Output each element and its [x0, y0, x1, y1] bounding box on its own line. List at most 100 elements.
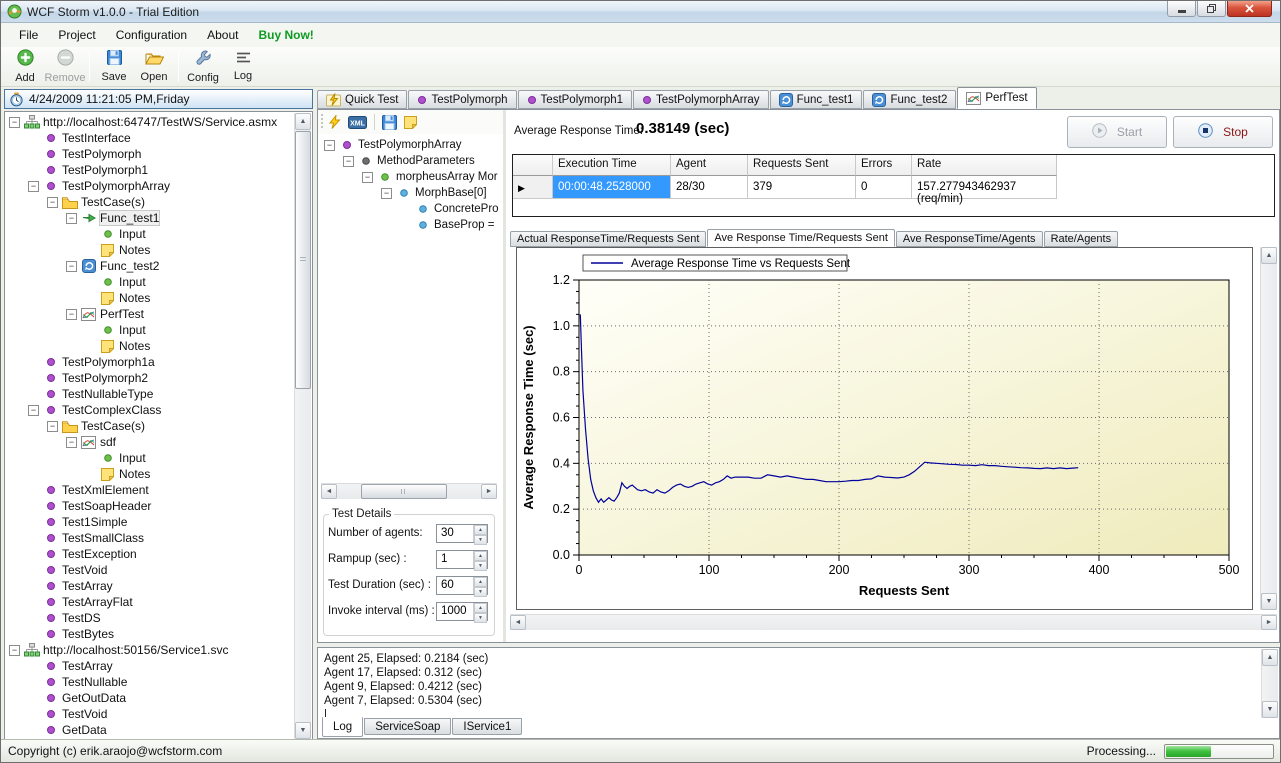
scroll-left-icon[interactable]: ◄ — [321, 484, 337, 499]
spin-up-icon[interactable]: ▲ — [474, 551, 487, 561]
tab-testpolymorph[interactable]: TestPolymorph — [408, 90, 516, 109]
collapse-icon[interactable]: − — [343, 156, 354, 167]
tree-item[interactable]: Input — [5, 226, 312, 242]
remove-button[interactable]: Remove — [45, 47, 85, 86]
menu-item-buy-now-[interactable]: Buy Now! — [248, 23, 323, 47]
tree-item[interactable]: −Func_test1 — [5, 210, 312, 226]
scroll-up-icon[interactable]: ▲ — [295, 113, 311, 130]
service-tree-scrollbar[interactable]: ▲ ▼ — [294, 113, 311, 739]
start-button[interactable]: Start — [1067, 116, 1167, 148]
tree-item[interactable]: Input — [5, 450, 312, 466]
tree-item[interactable]: TestBytes — [5, 626, 312, 642]
tree-item[interactable]: −TestCase(s) — [5, 194, 312, 210]
tree-item[interactable]: −TestCase(s) — [5, 418, 312, 434]
tab-quick-test[interactable]: Quick Test — [317, 90, 407, 109]
scroll-right-icon[interactable]: ► — [1261, 615, 1277, 630]
tree-item[interactable]: Notes — [5, 466, 312, 482]
numeric-input[interactable]: 1▲▼ — [436, 550, 488, 569]
grid-row[interactable]: ▶00:00:48.252800028/303790157.2779434629… — [513, 176, 1274, 199]
tree-item[interactable]: −TestPolymorphArray — [320, 137, 502, 153]
column-header[interactable]: Execution Time — [553, 155, 671, 176]
scroll-up-icon[interactable]: ▲ — [1262, 649, 1278, 666]
numeric-input[interactable]: 60▲▼ — [436, 576, 488, 595]
log-tab-iservice1[interactable]: IService1 — [452, 718, 522, 735]
spin-up-icon[interactable]: ▲ — [474, 603, 487, 613]
tree-item[interactable]: BaseProp = — [320, 217, 502, 233]
config-button[interactable]: Config — [183, 47, 223, 86]
chart-tab[interactable]: Actual ResponseTime/Requests Sent — [510, 231, 706, 247]
tab-perftest[interactable]: PerfTest — [957, 87, 1036, 109]
grid-cell[interactable]: 379 — [748, 176, 856, 199]
collapse-icon[interactable]: − — [28, 181, 39, 192]
close-button[interactable] — [1227, 1, 1272, 17]
tree-item[interactable]: TestVoid — [5, 706, 312, 722]
tab-func-test1[interactable]: Func_test1 — [770, 90, 863, 109]
tree-item[interactable]: TestXmlElement — [5, 482, 312, 498]
numeric-input[interactable]: 30▲▼ — [436, 524, 488, 543]
tree-item[interactable]: TestVoid — [5, 562, 312, 578]
notes-icon[interactable] — [404, 116, 417, 129]
chart-tab[interactable]: Ave Response Time/Requests Sent — [707, 229, 894, 247]
chart-tab[interactable]: Ave ResponseTime/Agents — [896, 231, 1043, 247]
tree-item[interactable]: TestArray — [5, 658, 312, 674]
save-icon[interactable] — [382, 115, 397, 130]
collapse-icon[interactable]: − — [9, 117, 20, 128]
log-output[interactable]: Agent 25, Elapsed: 0.2184 (sec)Agent 17,… — [324, 652, 1257, 718]
spin-down-icon[interactable]: ▼ — [474, 587, 487, 597]
menu-item-configuration[interactable]: Configuration — [106, 23, 197, 47]
tree-item[interactable]: TestInterface — [5, 130, 312, 146]
tree-item[interactable]: −PerfTest — [5, 306, 312, 322]
collapse-icon[interactable]: − — [47, 421, 58, 432]
log-tab-log[interactable]: Log — [322, 717, 363, 737]
open-button[interactable]: Open — [134, 47, 174, 86]
spin-down-icon[interactable]: ▼ — [474, 561, 487, 571]
tree-item[interactable]: −TestComplexClass — [5, 402, 312, 418]
tree-item[interactable]: TestSoapHeader — [5, 498, 312, 514]
spin-down-icon[interactable]: ▼ — [474, 613, 487, 623]
collapse-icon[interactable]: − — [9, 645, 20, 656]
minimize-button[interactable] — [1167, 1, 1196, 17]
tab-func-test2[interactable]: Func_test2 — [863, 90, 956, 109]
grid-cell[interactable]: 00:00:48.2528000 — [553, 176, 671, 199]
tree-item[interactable]: Input — [5, 274, 312, 290]
spin-down-icon[interactable]: ▼ — [474, 535, 487, 545]
grid-cell[interactable]: 157.277943462937 (req/min) — [912, 176, 1057, 199]
tree-item[interactable]: −sdf — [5, 434, 312, 450]
log-tab-servicesoap[interactable]: ServiceSoap — [364, 718, 451, 735]
tree-item[interactable]: TestPolymorph — [5, 146, 312, 162]
grid-cell[interactable]: 0 — [856, 176, 912, 199]
scrollbar-thumb[interactable] — [361, 484, 447, 499]
scroll-down-icon[interactable]: ▼ — [1261, 593, 1277, 610]
tree-item[interactable]: TestSmallClass — [5, 530, 312, 546]
collapse-icon[interactable]: − — [47, 197, 58, 208]
collapse-icon[interactable]: − — [324, 140, 335, 151]
lightning-icon[interactable] — [328, 115, 341, 129]
log-button[interactable]: Log — [223, 47, 263, 86]
scroll-down-icon[interactable]: ▼ — [295, 722, 311, 739]
xml-icon[interactable]: XML — [348, 116, 367, 129]
restore-button[interactable] — [1197, 1, 1226, 17]
tree-item[interactable]: TestPolymorph2 — [5, 370, 312, 386]
scroll-up-icon[interactable]: ▲ — [1261, 247, 1277, 264]
menu-item-file[interactable]: File — [9, 23, 48, 47]
tree-item[interactable]: GetData — [5, 722, 312, 738]
scrollbar-thumb[interactable] — [295, 131, 311, 389]
tree-item[interactable]: GetOutData — [5, 690, 312, 706]
tree-item[interactable]: Notes — [5, 338, 312, 354]
chart-vscrollbar[interactable]: ▲ ▼ — [1260, 247, 1277, 610]
tree-item[interactable]: −MethodParameters — [320, 153, 502, 169]
tree-item[interactable]: Notes — [5, 290, 312, 306]
scroll-left-icon[interactable]: ◄ — [510, 615, 526, 630]
column-header[interactable]: Rate — [912, 155, 1057, 176]
tree-item[interactable]: Test1Simple — [5, 514, 312, 530]
tree-item[interactable]: Input — [5, 322, 312, 338]
collapse-icon[interactable]: − — [381, 188, 392, 199]
tree-item[interactable]: Notes — [5, 242, 312, 258]
tree-item[interactable]: TestPolymorph1a — [5, 354, 312, 370]
collapse-icon[interactable]: − — [66, 437, 77, 448]
grid-cell[interactable]: 28/30 — [671, 176, 748, 199]
request-panel-hscrollbar[interactable]: ◄ ► — [321, 483, 497, 499]
menu-item-about[interactable]: About — [197, 23, 248, 47]
collapse-icon[interactable]: − — [362, 172, 373, 183]
tree-item[interactable]: TestDS — [5, 610, 312, 626]
